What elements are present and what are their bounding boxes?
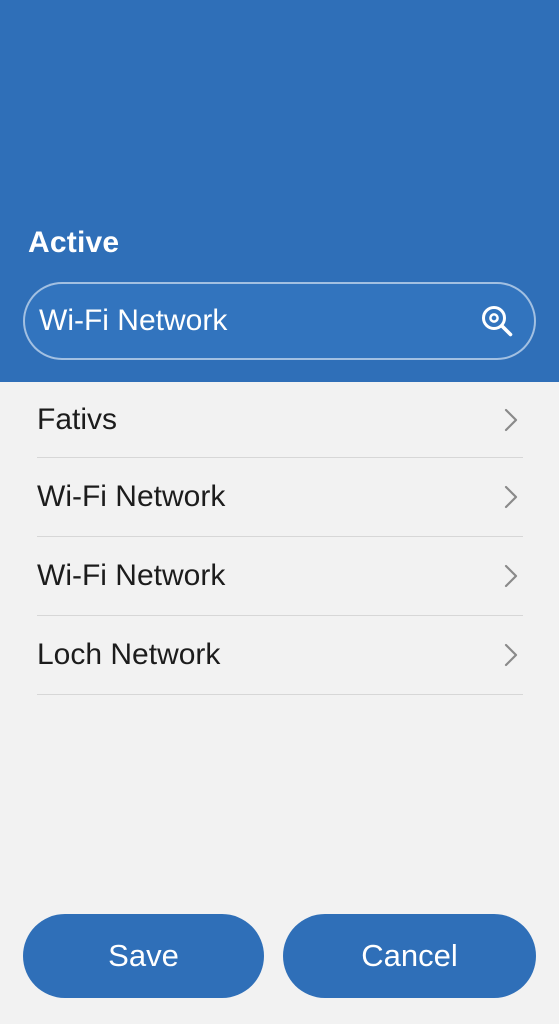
search-bar[interactable] [23, 282, 536, 360]
list-item-label: Wi-Fi Network [37, 480, 226, 513]
list-item[interactable]: Loch Network [37, 616, 523, 695]
search-icon[interactable] [480, 304, 514, 338]
app-screen: Active Fativs Wi-Fi Network [0, 0, 559, 1024]
search-input[interactable] [39, 284, 480, 358]
header: Active [0, 0, 559, 382]
list-item-label: Loch Network [37, 638, 221, 671]
list-item[interactable]: Fativs [37, 382, 523, 458]
list-item-label: Fativs [37, 402, 118, 436]
network-list: Fativs Wi-Fi Network Wi-Fi Network Loch … [37, 382, 523, 695]
save-button[interactable]: Save [23, 914, 264, 998]
list-item-label: Wi-Fi Network [37, 559, 226, 592]
page-title: Active [28, 226, 120, 259]
cancel-button[interactable]: Cancel [283, 914, 536, 998]
chevron-right-icon [501, 642, 521, 668]
chevron-right-icon [501, 484, 521, 510]
list-item[interactable]: Wi-Fi Network [37, 537, 523, 616]
chevron-right-icon [501, 563, 521, 589]
chevron-right-icon [501, 407, 521, 433]
list-item[interactable]: Wi-Fi Network [37, 458, 523, 537]
